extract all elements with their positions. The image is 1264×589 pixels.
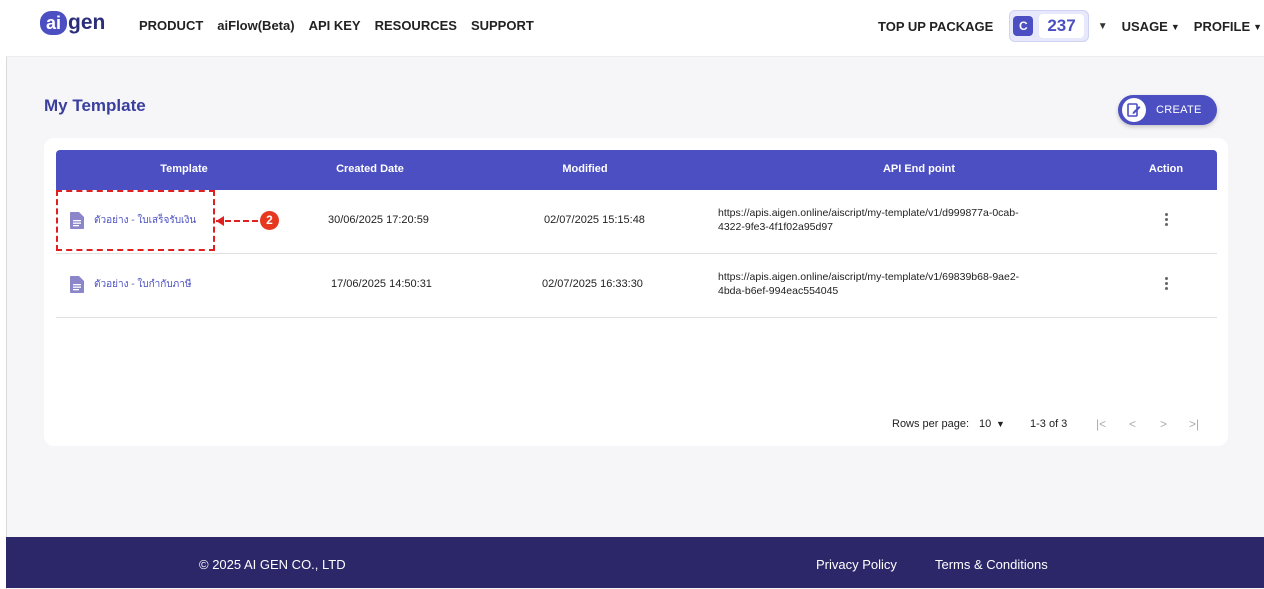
- annotation-arrowhead-icon: [216, 216, 224, 226]
- nav-product[interactable]: PRODUCT: [139, 18, 203, 33]
- modified-date: 02/07/2025 15:15:48: [544, 214, 645, 226]
- copyright: © 2025 AI GEN CO., LTD: [199, 557, 346, 572]
- col-api-endpoint: API End point: [882, 163, 956, 175]
- top-up-package-link[interactable]: TOP UP PACKAGE: [878, 19, 993, 34]
- credit-value: 237: [1039, 14, 1084, 38]
- highlight-box: [56, 190, 215, 251]
- chevron-down-icon: ▼: [1253, 21, 1263, 32]
- footer: © 2025 AI GEN CO., LTD Privacy Policy Te…: [6, 537, 1264, 588]
- last-page-icon[interactable]: >|: [1189, 417, 1199, 431]
- api-endpoint-line1: https://apis.aigen.online/aiscript/my-te…: [718, 271, 1020, 283]
- next-page-icon[interactable]: >: [1160, 417, 1167, 431]
- col-action: Action: [1148, 163, 1184, 175]
- col-modified[interactable]: Modified: [525, 163, 645, 175]
- usage-menu[interactable]: USAGE ▼: [1122, 19, 1180, 34]
- chevron-down-icon: ▼: [1170, 21, 1180, 32]
- privacy-policy-link[interactable]: Privacy Policy: [816, 557, 897, 572]
- page-range: 1-3 of 3: [1030, 418, 1068, 430]
- edit-document-icon: [1122, 98, 1146, 122]
- rows-per-page-label: Rows per page:: [892, 418, 970, 430]
- nav-api-key[interactable]: API KEY: [309, 18, 361, 33]
- nav-support[interactable]: SUPPORT: [471, 18, 534, 33]
- col-template[interactable]: Template: [124, 163, 244, 175]
- create-label: CREATE: [1156, 104, 1202, 116]
- page-title: My Template: [44, 96, 146, 115]
- api-endpoint-line1: https://apis.aigen.online/aiscript/my-te…: [718, 207, 1019, 219]
- rows-per-page-select[interactable]: 10: [979, 418, 991, 430]
- credit-coin-icon: C: [1013, 16, 1034, 36]
- create-button[interactable]: CREATE: [1118, 95, 1217, 125]
- usage-label: USAGE: [1121, 18, 1168, 34]
- template-link[interactable]: ตัวอย่าง - ใบกำกับภาษี: [70, 276, 191, 293]
- created-date: 17/06/2025 14:50:31: [331, 278, 432, 290]
- account-nav: TOP UP PACKAGE C 237 ▼ USAGE ▼ PROFILE ▼: [878, 10, 1262, 42]
- modified-date: 02/07/2025 16:33:30: [542, 278, 643, 290]
- template-table-card: Template Created Date Modified API End p…: [44, 138, 1228, 446]
- template-name: ตัวอย่าง - ใบกำกับภาษี: [94, 279, 192, 290]
- pagination: Rows per page: 10 ▼ 1-3 of 3 |< < > >|: [44, 410, 1228, 440]
- aigen-logo[interactable]: ai gen: [40, 11, 105, 35]
- logo-ai-mark: ai: [40, 11, 68, 35]
- profile-label: PROFILE: [1193, 18, 1251, 34]
- step-badge: 2: [260, 211, 279, 230]
- api-endpoint: https://apis.aigen.online/aiscript/my-te…: [718, 206, 1088, 234]
- created-date: 30/06/2025 17:20:59: [328, 214, 429, 226]
- credit-balance[interactable]: C 237: [1009, 10, 1089, 42]
- col-created-date[interactable]: Created Date: [310, 163, 430, 175]
- prev-page-icon[interactable]: <: [1129, 417, 1136, 431]
- table-row: ตัวอย่าง - ใบกำกับภาษี 17/06/2025 14:50:…: [56, 254, 1217, 318]
- profile-menu[interactable]: PROFILE ▼: [1194, 19, 1262, 34]
- terms-link[interactable]: Terms & Conditions: [935, 557, 1048, 572]
- api-endpoint-line2: 4322-9fe3-4f1f02a95d97: [718, 221, 834, 233]
- api-endpoint: https://apis.aigen.online/aiscript/my-te…: [718, 270, 1088, 298]
- nav-resources[interactable]: RESOURCES: [375, 18, 457, 33]
- nav-aiflow[interactable]: aiFlow(Beta): [217, 18, 294, 33]
- main-nav: PRODUCT aiFlow(Beta) API KEY RESOURCES S…: [139, 18, 534, 33]
- more-actions-icon[interactable]: [1161, 277, 1171, 290]
- credit-dropdown-caret-icon[interactable]: ▼: [1098, 21, 1108, 32]
- table-header: Template Created Date Modified API End p…: [56, 150, 1217, 190]
- more-actions-icon[interactable]: [1161, 213, 1171, 226]
- first-page-icon[interactable]: |<: [1096, 417, 1106, 431]
- document-icon: [70, 276, 84, 293]
- logo-gen-text: gen: [68, 11, 106, 34]
- api-endpoint-line2: 4bda-b6ef-994eac554045: [718, 285, 839, 297]
- chevron-down-icon[interactable]: ▼: [996, 419, 1005, 429]
